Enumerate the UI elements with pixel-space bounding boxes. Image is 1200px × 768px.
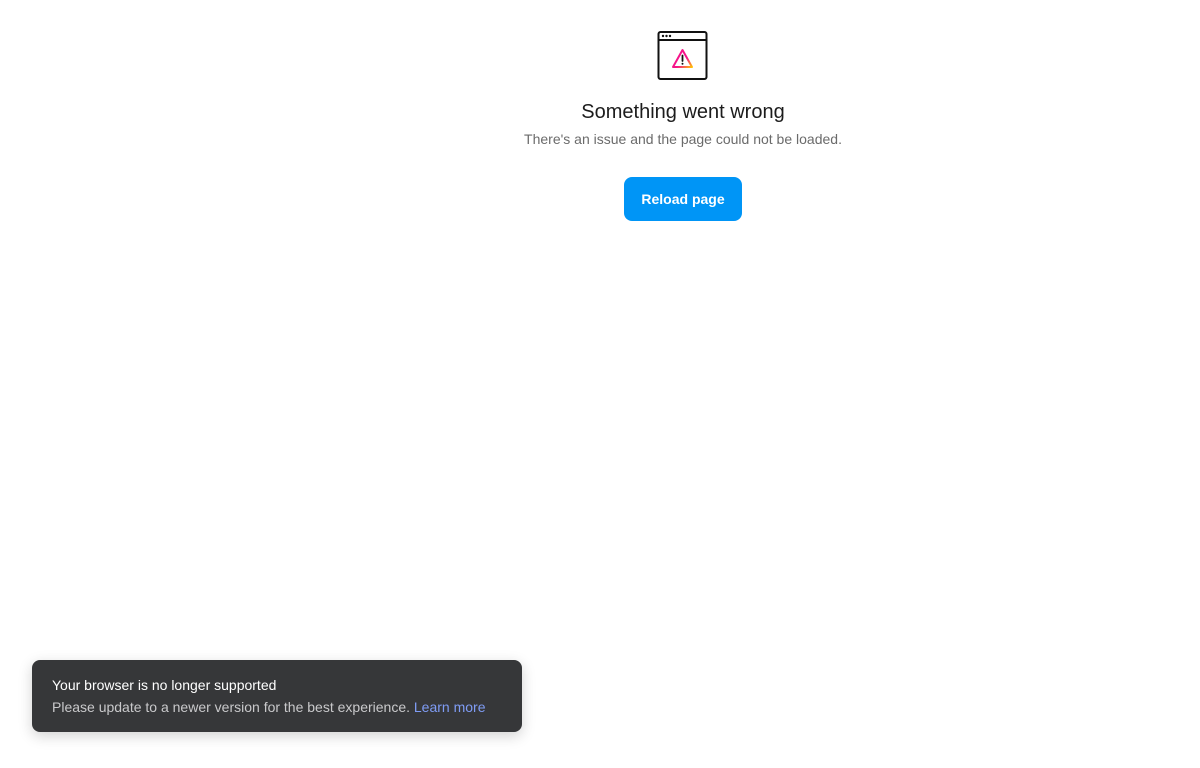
error-panel: Something went wrong There's an issue an… [483,30,883,221]
learn-more-link[interactable]: Learn more [414,699,486,715]
browser-warning-icon [657,31,708,80]
toast-body-line: Please update to a newer version for the… [52,698,502,716]
browser-unsupported-toast: Your browser is no longer supported Plea… [32,660,522,732]
toast-body-text: Please update to a newer version for the… [52,699,410,715]
error-title: Something went wrong [581,101,785,123]
reload-page-button[interactable]: Reload page [624,177,742,221]
error-message: There's an issue and the page could not … [524,131,842,147]
toast-title: Your browser is no longer supported [52,677,277,693]
